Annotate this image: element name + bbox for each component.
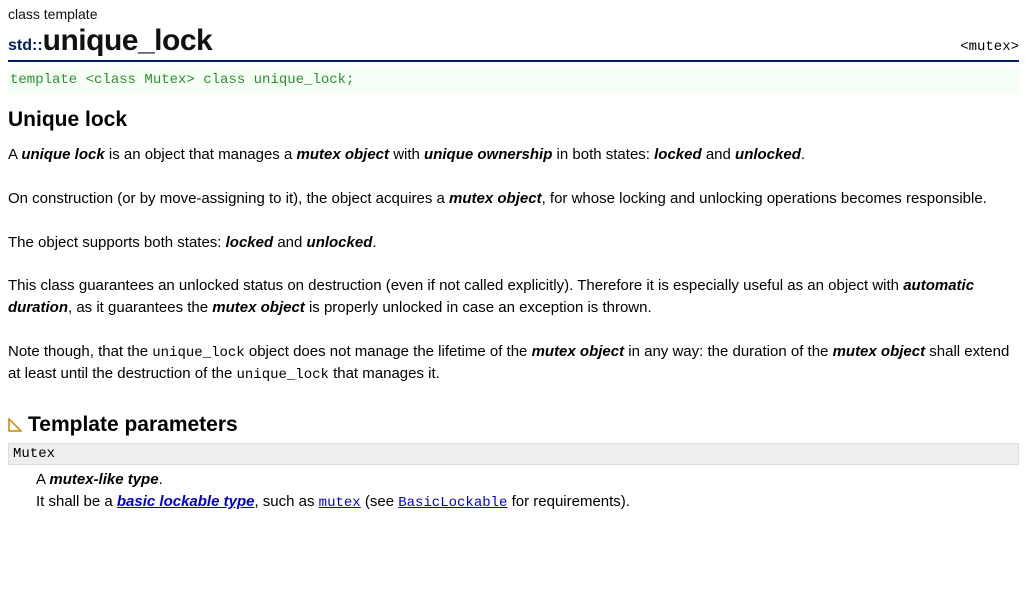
term-mutex-object: mutex object [449,190,542,207]
term-unique-ownership: unique ownership [424,146,552,163]
link-mutex[interactable]: mutex [319,495,361,511]
description-paragraph-4: This class guarantees an unlocked status… [8,275,1019,319]
term-mutex-object: mutex object [212,299,305,316]
term-unlocked: unlocked [307,234,373,251]
title-left: std::unique_lock [8,24,212,58]
header-include-tag: <mutex> [960,39,1019,55]
text-run: , for whose locking and unlocking operat… [542,190,987,207]
text-run: It shall be a [36,493,117,510]
term-unique-lock: unique lock [21,146,104,163]
text-run: Note though, that the [8,343,152,360]
term-mutex-object: mutex object [833,343,926,360]
description-paragraph-3: The object supports both states: locked … [8,232,1019,254]
page-title: unique_lock [43,24,213,58]
term-mutex-object: mutex object [297,146,390,163]
description-paragraph-2: On construction (or by move-assigning to… [8,188,1019,210]
text-run: in any way: the duration of the [624,343,832,360]
term-mutex-object: mutex object [532,343,625,360]
text-run: for requirements). [507,493,630,510]
triangle-icon [8,414,22,438]
text-run: and [702,146,735,163]
text-run: , as it guarantees the [68,299,212,316]
term-mutex-like-type: mutex-like type [49,471,158,488]
text-run: A [8,146,21,163]
text-run: is an object that manages a [105,146,297,163]
text-run: (see [361,493,399,510]
text-run: The object supports both states: [8,234,226,251]
text-run: A [36,471,49,488]
text-run: is properly unlocked in case an exceptio… [305,299,652,316]
text-run: that manages it. [329,365,440,382]
text-run: . [372,234,376,251]
heading-text: Template parameters [28,413,238,437]
text-run: object does not manage the lifetime of t… [245,343,532,360]
description-paragraph-1: A unique lock is an object that manages … [8,144,1019,166]
section-heading-template-parameters: Template parameters [8,413,1019,437]
code-unique-lock: unique_lock [152,345,244,361]
text-run: and [273,234,306,251]
term-locked: locked [226,234,274,251]
text-run: . [159,471,163,488]
link-basiclockable[interactable]: BasicLockable [398,495,507,511]
text-run: with [389,146,424,163]
template-signature: template <class Mutex> class unique_lock… [8,68,1019,94]
section-heading-description: Unique lock [8,108,1019,132]
text-run: . [801,146,805,163]
code-unique-lock: unique_lock [236,367,328,383]
template-param-description: A mutex-like type. It shall be a basic l… [8,469,1019,513]
term-unlocked: unlocked [735,146,801,163]
description-paragraph-5: Note though, that the unique_lock object… [8,341,1019,386]
text-run: , such as [254,493,318,510]
link-basic-lockable-type[interactable]: basic lockable type [117,493,255,510]
text-run: This class guarantees an unlocked status… [8,277,903,294]
template-param-name: Mutex [8,443,1019,465]
term-locked: locked [654,146,702,163]
title-row: std::unique_lock <mutex> [8,24,1019,62]
namespace-prefix: std:: [8,37,43,55]
text-run: in both states: [552,146,654,163]
entity-kind: class template [8,6,1019,22]
text-run: On construction (or by move-assigning to… [8,190,449,207]
